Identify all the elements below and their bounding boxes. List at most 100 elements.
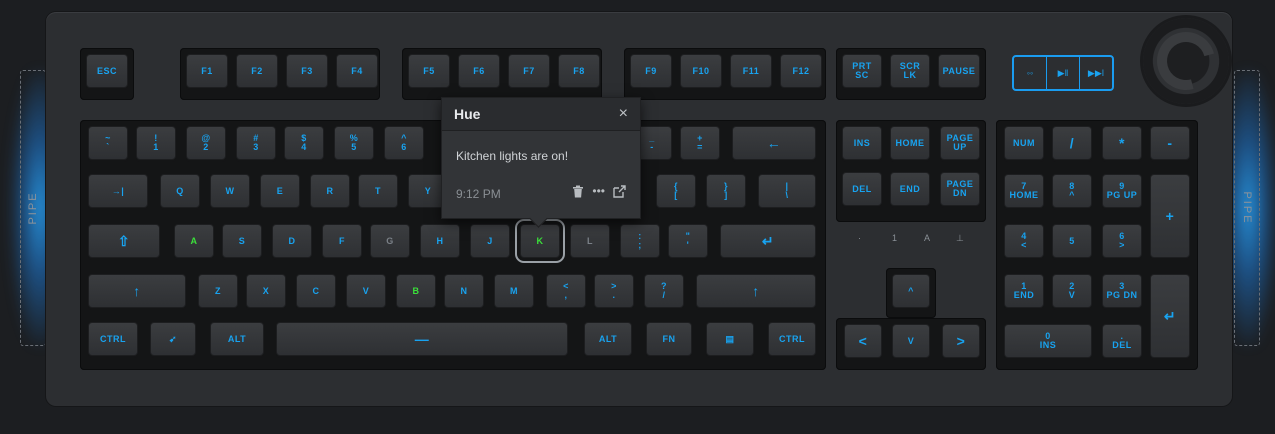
key-pagedn[interactable]: PAGE DN <box>940 172 980 206</box>
key-comma[interactable]: < , <box>546 274 586 308</box>
key-f11[interactable]: F11 <box>730 54 772 88</box>
key-scrlk[interactable]: SCR LK <box>890 54 930 88</box>
key-num-1[interactable]: 1 END <box>1004 274 1044 308</box>
key-k[interactable]: K <box>515 219 565 263</box>
key-g[interactable]: G <box>370 224 410 258</box>
key-tilde[interactable]: ~ ` <box>88 126 128 160</box>
key-1[interactable]: ! 1 <box>136 126 176 160</box>
key-z[interactable]: Z <box>198 274 238 308</box>
key-period[interactable]: > . <box>594 274 634 308</box>
more-icon[interactable]: ••• <box>592 184 605 198</box>
key-home[interactable]: HOME <box>890 126 930 160</box>
key-h[interactable]: H <box>420 224 460 258</box>
key-q[interactable]: Q <box>160 174 200 208</box>
close-icon[interactable]: × <box>619 105 628 123</box>
key-r[interactable]: R <box>310 174 350 208</box>
key-4[interactable]: $ 4 <box>284 126 324 160</box>
key-del[interactable]: DEL <box>842 172 882 206</box>
prev-track-button[interactable]: ◦◦ <box>1014 57 1047 89</box>
key-end[interactable]: END <box>890 172 930 206</box>
key-num-plus[interactable]: + <box>1150 174 1190 258</box>
key-6[interactable]: ^ 6 <box>384 126 424 160</box>
key-numlock[interactable]: NUM <box>1004 126 1044 160</box>
key-num-6[interactable]: 6 > <box>1102 224 1142 258</box>
key-space[interactable]: — <box>276 322 568 356</box>
key-lalt[interactable]: ALT <box>210 322 264 356</box>
key-rctrl[interactable]: CTRL <box>768 322 816 356</box>
key-2[interactable]: @ 2 <box>186 126 226 160</box>
key-num-4[interactable]: 4 < <box>1004 224 1044 258</box>
key-num-9[interactable]: 9 PG UP <box>1102 174 1142 208</box>
key-f9[interactable]: F9 <box>630 54 672 88</box>
key-semicolon[interactable]: : ; <box>620 224 660 258</box>
key-j[interactable]: J <box>470 224 510 258</box>
key-win[interactable]: ➹ <box>150 322 196 356</box>
key-f1[interactable]: F1 <box>186 54 228 88</box>
key-prtsc[interactable]: PRT SC <box>842 54 882 88</box>
key-down[interactable]: V <box>892 324 930 358</box>
key-pageup[interactable]: PAGE UP <box>940 126 980 160</box>
key-num-2[interactable]: 2 V <box>1052 274 1092 308</box>
key-c[interactable]: C <box>296 274 336 308</box>
key-backslash[interactable]: | \ <box>758 174 816 208</box>
key-num-slash[interactable]: / <box>1052 126 1092 160</box>
key-w[interactable]: W <box>210 174 250 208</box>
key-lctrl[interactable]: CTRL <box>88 322 138 356</box>
key-fn[interactable]: FN <box>646 322 692 356</box>
key-e[interactable]: E <box>260 174 300 208</box>
key-n[interactable]: N <box>444 274 484 308</box>
key-left[interactable]: < <box>844 324 882 358</box>
key-m[interactable]: M <box>494 274 534 308</box>
key-lshift[interactable]: ↑ <box>88 274 186 308</box>
key-backspace[interactable]: ← <box>732 126 816 160</box>
key-enter[interactable]: ↵ <box>720 224 816 258</box>
key-l[interactable]: L <box>570 224 610 258</box>
play-pause-button[interactable]: ▶ǁ <box>1047 57 1080 89</box>
key-pause[interactable]: PAUSE <box>938 54 980 88</box>
key-equals[interactable]: + = <box>680 126 720 160</box>
key-lbracket[interactable]: { [ <box>656 174 696 208</box>
volume-knob[interactable] <box>1143 18 1229 104</box>
key-rbracket[interactable]: } ] <box>706 174 746 208</box>
key-f7[interactable]: F7 <box>508 54 550 88</box>
key-f3[interactable]: F3 <box>286 54 328 88</box>
key-num-7[interactable]: 7 HOME <box>1004 174 1044 208</box>
key-b[interactable]: B <box>396 274 436 308</box>
trash-icon[interactable] <box>572 185 584 198</box>
key-ins[interactable]: INS <box>842 126 882 160</box>
key-menu[interactable]: ▤ <box>706 322 754 356</box>
key-num-5[interactable]: 5 <box>1052 224 1092 258</box>
key-x[interactable]: X <box>246 274 286 308</box>
key-f6[interactable]: F6 <box>458 54 500 88</box>
key-ralt[interactable]: ALT <box>584 322 632 356</box>
key-3[interactable]: # 3 <box>236 126 276 160</box>
key-5[interactable]: % 5 <box>334 126 374 160</box>
open-external-icon[interactable] <box>613 184 626 198</box>
key-caps[interactable]: ⇧ <box>88 224 160 258</box>
key-num-8[interactable]: 8 ^ <box>1052 174 1092 208</box>
key-quote[interactable]: " ' <box>668 224 708 258</box>
key-num-star[interactable]: * <box>1102 126 1142 160</box>
key-t[interactable]: T <box>358 174 398 208</box>
key-right[interactable]: > <box>942 324 980 358</box>
key-up[interactable]: ^ <box>892 274 930 308</box>
key-rshift[interactable]: ↑ <box>696 274 816 308</box>
key-a[interactable]: A <box>174 224 214 258</box>
key-num-3[interactable]: 3 PG DN <box>1102 274 1142 308</box>
key-num-enter[interactable]: ↵ <box>1150 274 1190 358</box>
key-tab[interactable]: →| <box>88 174 148 208</box>
key-num-dot[interactable]: . DEL <box>1102 324 1142 358</box>
key-d[interactable]: D <box>272 224 312 258</box>
key-f10[interactable]: F10 <box>680 54 722 88</box>
key-f4[interactable]: F4 <box>336 54 378 88</box>
key-f[interactable]: F <box>322 224 362 258</box>
key-f8[interactable]: F8 <box>558 54 600 88</box>
key-f12[interactable]: F12 <box>780 54 822 88</box>
key-num-0[interactable]: 0 INS <box>1004 324 1092 358</box>
key-slash[interactable]: ? / <box>644 274 684 308</box>
key-v[interactable]: V <box>346 274 386 308</box>
key-f5[interactable]: F5 <box>408 54 450 88</box>
key-s[interactable]: S <box>222 224 262 258</box>
key-f2[interactable]: F2 <box>236 54 278 88</box>
key-num-minus[interactable]: - <box>1150 126 1190 160</box>
